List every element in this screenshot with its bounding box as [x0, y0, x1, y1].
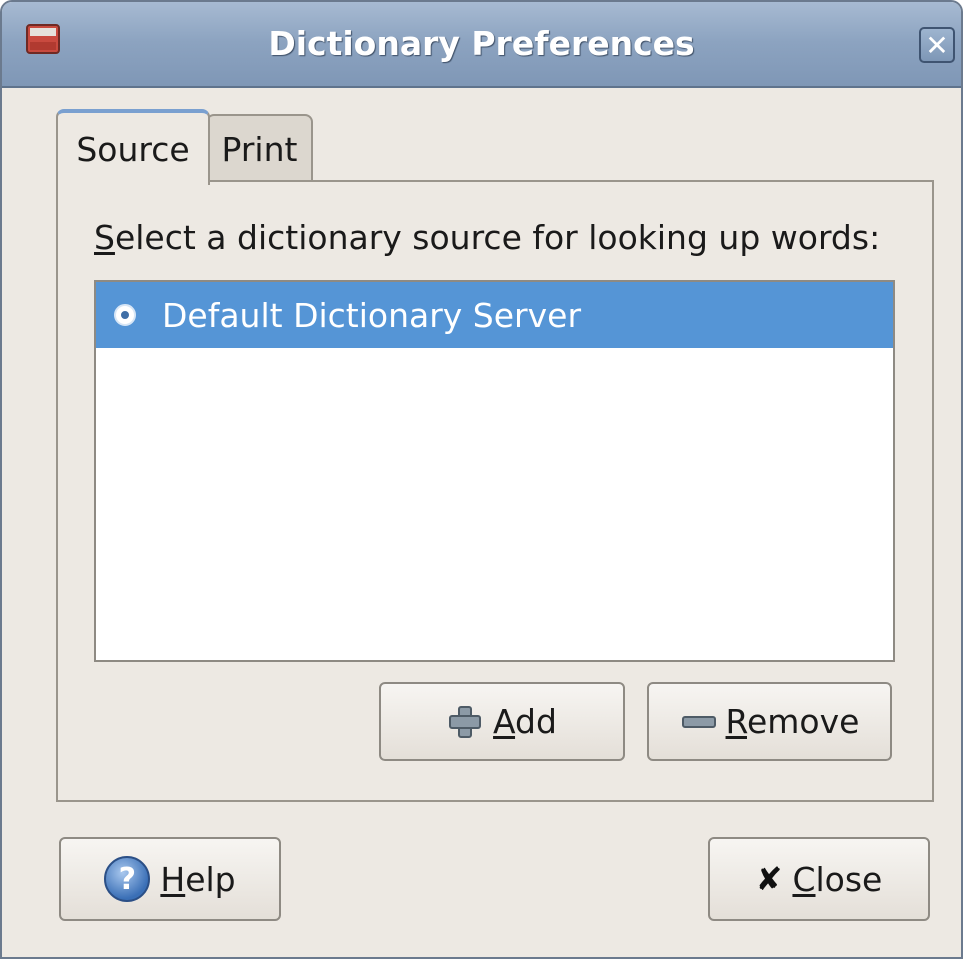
title-bar[interactable]: Dictionary Preferences ✕	[2, 2, 961, 88]
add-button-label: Add	[493, 702, 557, 741]
tab-label: Print	[221, 129, 298, 169]
close-icon: ✕	[925, 28, 949, 62]
window-close-button[interactable]: ✕	[919, 27, 955, 63]
help-button-label: Help	[160, 859, 236, 899]
help-button[interactable]: ? Help	[59, 837, 281, 921]
remove-button-label: Remove	[725, 702, 860, 741]
source-list-label: Select a dictionary source for looking u…	[94, 218, 881, 257]
radio-selected-icon[interactable]	[114, 304, 136, 326]
remove-button[interactable]: Remove	[647, 682, 892, 761]
window-title: Dictionary Preferences	[268, 24, 695, 63]
dictionary-source-list[interactable]: Default Dictionary Server	[94, 280, 895, 662]
close-button-label: Close	[792, 859, 883, 899]
list-item[interactable]: Default Dictionary Server	[96, 282, 893, 348]
close-icon: ✘	[755, 860, 783, 898]
minus-icon	[680, 704, 716, 740]
plus-icon	[447, 704, 483, 740]
help-icon: ?	[104, 856, 151, 902]
source-name: Default Dictionary Server	[162, 295, 582, 335]
close-button[interactable]: ✘ Close	[708, 837, 930, 921]
preferences-window: Dictionary Preferences ✕ Source Print Se…	[0, 0, 963, 959]
add-button[interactable]: Add	[379, 682, 625, 761]
tab-source[interactable]: Source	[56, 109, 210, 185]
tab-print[interactable]: Print	[206, 114, 313, 182]
tab-label: Source	[76, 129, 190, 169]
